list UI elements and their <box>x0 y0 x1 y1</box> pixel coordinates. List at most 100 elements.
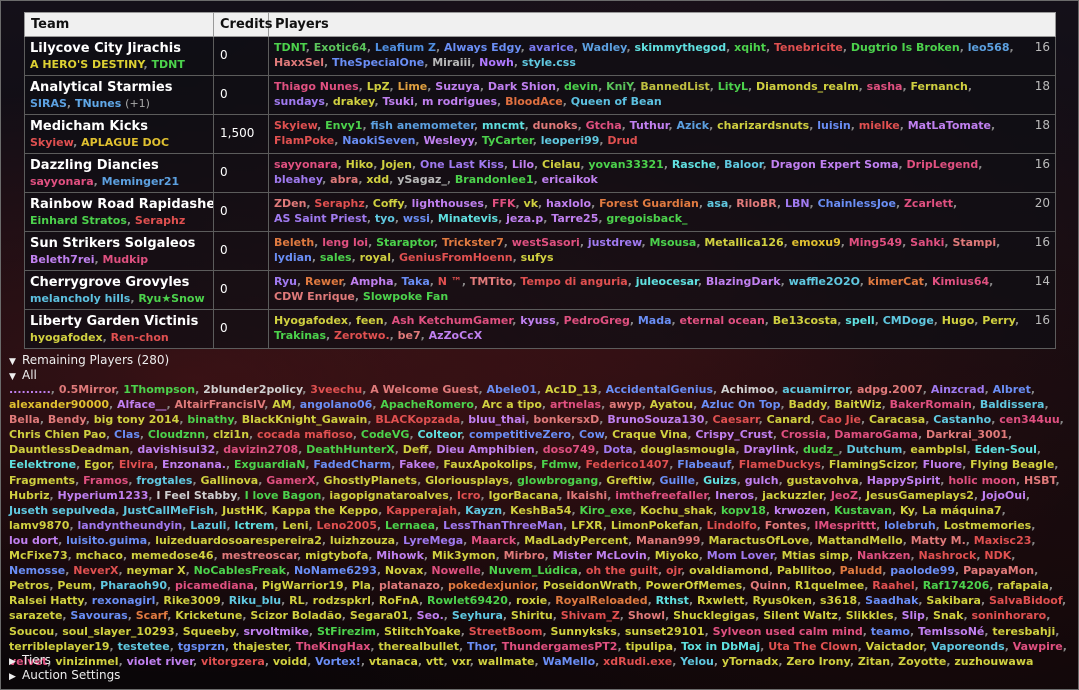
player-name[interactable]: PowerOfMemes <box>645 579 742 592</box>
player-name[interactable]: HaxxSel <box>274 56 324 69</box>
player-name[interactable]: vtanaca <box>369 655 418 668</box>
player-name[interactable]: Pharaoh90 <box>100 579 167 592</box>
player-name[interactable]: Fontes <box>765 519 807 532</box>
player-name[interactable]: Vaporeonds <box>931 640 1004 653</box>
player-name[interactable]: alexander90000 <box>9 398 109 411</box>
player-name[interactable]: Suzuya <box>435 80 480 93</box>
manager-name[interactable]: Meminger21 <box>102 175 180 188</box>
player-name[interactable]: Raf174206 <box>923 579 990 592</box>
player-name[interactable]: thajester <box>233 640 288 653</box>
player-name[interactable]: WaMello <box>542 655 595 668</box>
player-name[interactable]: BrunoSouza130 <box>607 413 704 426</box>
player-name[interactable]: JesusGameplays2 <box>866 489 974 502</box>
player-name[interactable]: Showl <box>628 609 665 622</box>
player-name[interactable]: gregoisback_ <box>606 212 687 225</box>
player-name[interactable]: FadedCharm <box>313 458 391 471</box>
player-name[interactable]: Vortex! <box>315 655 361 668</box>
player-name[interactable]: Manan999 <box>636 534 700 547</box>
player-name[interactable]: Zerotwo. <box>334 329 390 342</box>
player-name[interactable]: A Welcome Guest <box>370 383 478 396</box>
player-name[interactable]: Alface__ <box>117 398 166 411</box>
player-name[interactable]: Hyperium1233 <box>58 489 149 502</box>
player-name[interactable]: Beleth <box>274 236 314 249</box>
player-name[interactable]: luisito.guima <box>66 534 147 547</box>
player-name[interactable]: doso749 <box>543 443 596 456</box>
player-name[interactable]: TMTito <box>470 275 513 288</box>
player-name[interactable]: Ayatou <box>650 398 693 411</box>
player-name[interactable]: Zoyotte <box>898 655 946 668</box>
player-name[interactable]: Tuthur <box>630 119 669 132</box>
player-name[interactable]: Dragon Expert Soma <box>771 158 899 171</box>
player-name[interactable]: Gloriousplays <box>425 474 509 487</box>
player-name[interactable]: waffle2O2O <box>789 275 860 288</box>
player-name[interactable]: SalvaBidoof <box>989 594 1062 607</box>
player-name[interactable]: Tarre25 <box>551 212 598 225</box>
player-name[interactable]: voidd <box>273 655 307 668</box>
player-name[interactable]: tgsprzn <box>178 640 225 653</box>
player-name[interactable]: dudz_ <box>803 443 838 456</box>
player-name[interactable]: justdrew <box>588 236 642 249</box>
manager-name[interactable]: TNunes <box>75 97 121 110</box>
player-name[interactable]: Always Edgy <box>444 41 521 54</box>
player-name[interactable]: zuzhouwawa <box>954 655 1033 668</box>
player-name[interactable]: Kayzn <box>465 504 502 517</box>
player-name[interactable]: soninhoraro <box>971 609 1046 622</box>
player-name[interactable]: Bendy <box>48 413 86 426</box>
player-name[interactable]: vinizinmel <box>55 655 118 668</box>
player-name[interactable]: Mirbro <box>504 549 545 562</box>
player-name[interactable]: Jojen <box>381 158 412 171</box>
player-name[interactable]: Baddy <box>789 398 827 411</box>
player-name[interactable]: sayyonara <box>274 158 338 171</box>
player-name[interactable]: asa <box>707 197 728 210</box>
player-name[interactable]: AccidentalGenius <box>606 383 713 396</box>
player-name[interactable]: FlamPoke <box>274 134 334 147</box>
player-name[interactable]: Perry <box>982 314 1015 327</box>
player-name[interactable]: lctrem <box>234 519 274 532</box>
player-name[interactable]: N ™ <box>438 275 462 288</box>
player-name[interactable]: tipulipa <box>625 640 673 653</box>
player-name[interactable]: Kricketune <box>175 609 242 622</box>
player-name[interactable]: Matty M. <box>911 534 966 547</box>
player-name[interactable]: dunoks <box>533 119 578 132</box>
player-name[interactable]: I love Bagon <box>245 489 322 502</box>
player-name[interactable]: Enzonana. <box>162 458 226 471</box>
player-name[interactable]: Ash KetchumGamer <box>392 314 513 327</box>
player-name[interactable]: BannedList <box>640 80 709 93</box>
manager-name[interactable]: A HERO'S DESTINY <box>30 58 144 71</box>
player-name[interactable]: cocada mafioso <box>257 428 353 441</box>
player-name[interactable]: luizhzouza <box>330 534 395 547</box>
manager-name[interactable]: hyogafodex <box>30 331 103 344</box>
player-name[interactable]: CMDoge <box>883 314 934 327</box>
player-name[interactable]: PapayaMon <box>963 564 1034 577</box>
player-name[interactable]: Kochu_shak <box>640 504 713 517</box>
player-name[interactable]: PedroGreg <box>564 314 630 327</box>
player-name[interactable]: teresbahji <box>992 625 1055 638</box>
player-name[interactable]: Crossia <box>781 428 826 441</box>
player-name[interactable]: StreetBoom <box>469 625 543 638</box>
player-name[interactable]: Riku_blu <box>229 594 281 607</box>
player-name[interactable]: sufys <box>521 251 554 264</box>
remaining-players-toggle[interactable]: ▼ Remaining Players (280) <box>9 353 169 367</box>
player-name[interactable]: royal <box>360 251 391 264</box>
player-name[interactable]: yovan33321 <box>588 158 663 171</box>
player-name[interactable]: Pla <box>352 579 371 592</box>
player-name[interactable]: sasha <box>867 80 903 93</box>
player-name[interactable]: Thiago Nunes <box>274 80 359 93</box>
player-name[interactable]: leo568 <box>968 41 1010 54</box>
player-name[interactable]: tyo <box>375 212 395 225</box>
player-name[interactable]: Colteor <box>417 428 460 441</box>
player-name[interactable]: drakey <box>333 95 375 108</box>
player-name[interactable]: sales <box>320 251 352 264</box>
player-name[interactable]: Clas <box>114 428 140 441</box>
player-name[interactable]: Dugtrio Is Broken <box>851 41 960 54</box>
player-name[interactable]: Caesarr <box>712 413 758 426</box>
player-name[interactable]: KniY <box>606 80 632 93</box>
player-name[interactable]: vtt <box>426 655 444 668</box>
player-name[interactable]: clzi1n <box>213 428 249 441</box>
player-name[interactable]: Kappa the Keppo <box>272 504 378 517</box>
tiers-toggle[interactable]: ▶ Tiers <box>9 653 51 667</box>
player-name[interactable]: GhostlyPlanets <box>324 474 418 487</box>
player-name[interactable]: TheSpecialOne <box>332 56 424 69</box>
player-name[interactable]: Egor <box>84 458 111 471</box>
player-name[interactable]: Segara01 <box>350 609 409 622</box>
